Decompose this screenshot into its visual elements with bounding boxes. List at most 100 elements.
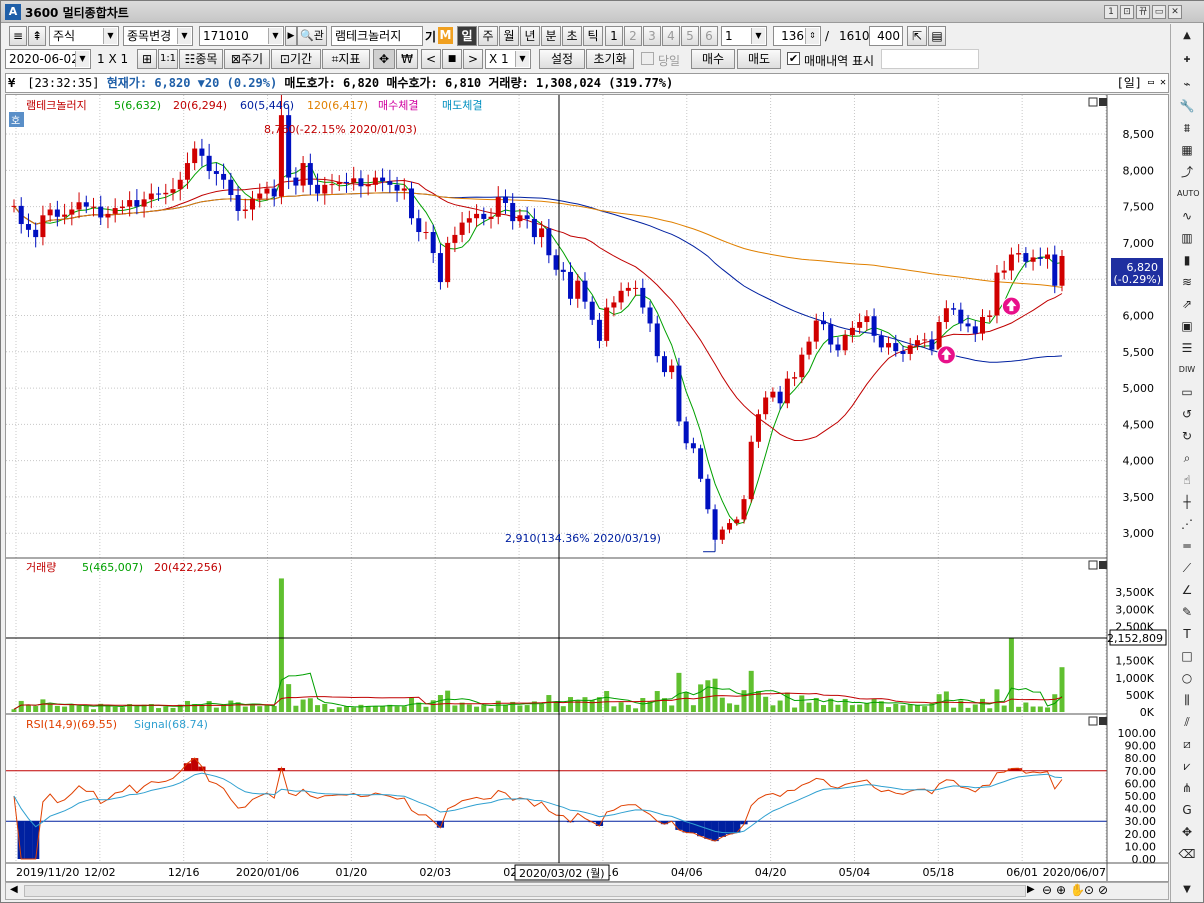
gann-icon[interactable]: ⩗ bbox=[1177, 756, 1197, 776]
date-picker[interactable]: 2020-06-02 ▼ bbox=[5, 49, 91, 69]
won-button[interactable]: ₩ bbox=[396, 49, 418, 69]
one-to-one-icon[interactable]: 1:1 bbox=[158, 49, 178, 69]
period-month-button[interactable]: 월 bbox=[499, 26, 519, 46]
count-stepper[interactable]: 136 ⇕ bbox=[773, 26, 821, 46]
chart-tool-icon[interactable]: ⩩ bbox=[1177, 118, 1197, 138]
square-icon[interactable]: ▣ bbox=[1177, 316, 1197, 336]
interval-5-button[interactable]: 5 bbox=[681, 26, 699, 46]
indicator-button[interactable]: ⌗지표 bbox=[322, 49, 370, 69]
hline-icon[interactable]: ═ bbox=[1177, 536, 1197, 556]
minimize-icon[interactable]: ▭ bbox=[1148, 74, 1154, 92]
stock-button[interactable]: ☷종목 bbox=[179, 49, 223, 69]
scroll-right-icon[interactable]: ▶ bbox=[1027, 884, 1035, 895]
eraser-icon[interactable]: ⌫ bbox=[1177, 844, 1197, 864]
m-mark[interactable]: M bbox=[438, 27, 453, 44]
today-checkbox[interactable] bbox=[641, 52, 654, 65]
interval-select[interactable]: 1 ▼ bbox=[721, 26, 767, 46]
maximize-button[interactable]: ▭ bbox=[1152, 5, 1166, 19]
vlines-icon[interactable]: ⫼ bbox=[1177, 690, 1197, 710]
sell-button[interactable]: 매도 bbox=[737, 49, 781, 69]
crosshair-icon[interactable]: ┼ bbox=[1177, 492, 1197, 512]
play-icon[interactable]: ▶ bbox=[285, 26, 297, 46]
fit-icon[interactable]: ⊙ bbox=[1084, 883, 1094, 897]
period-second-button[interactable]: 초 bbox=[562, 26, 582, 46]
window-number-button[interactable]: 1 bbox=[1104, 5, 1118, 19]
export-icon[interactable]: ⇱ bbox=[907, 26, 927, 46]
fib-icon[interactable]: ⫽ bbox=[1177, 712, 1197, 732]
chart-svg[interactable]: 8,5008,0007,5007,0006,5006,0005,5005,000… bbox=[6, 91, 1168, 881]
panel-max-icon[interactable] bbox=[1088, 560, 1098, 570]
cycle-button[interactable]: ⊠주기 bbox=[224, 49, 270, 69]
save-icon[interactable]: ▤ bbox=[928, 26, 946, 46]
settings-button[interactable]: 설정 bbox=[539, 49, 585, 69]
candle-tool-icon[interactable]: ▮ bbox=[1177, 250, 1197, 270]
panel-close-icon[interactable] bbox=[1099, 98, 1107, 106]
chart-area[interactable]: 8,5008,0007,5007,0006,5006,0005,5005,000… bbox=[5, 91, 1169, 882]
hand-icon[interactable]: ☝ bbox=[1177, 470, 1197, 490]
period-day-button[interactable]: 일 bbox=[457, 26, 477, 46]
undo-icon[interactable]: ↺ bbox=[1177, 404, 1197, 424]
angle-icon[interactable]: ∠ bbox=[1177, 580, 1197, 600]
reset-view-icon[interactable]: ⊘ bbox=[1098, 883, 1108, 897]
close-icon[interactable]: ✕ bbox=[1160, 74, 1166, 92]
trade-history-checkbox[interactable]: ✔ bbox=[787, 52, 800, 65]
period-minute-button[interactable]: 분 bbox=[541, 26, 561, 46]
stock-code-input[interactable]: 171010 ▼ bbox=[199, 26, 284, 46]
window-pin-button[interactable]: 뀨 bbox=[1136, 5, 1150, 19]
label-icon[interactable]: DIW bbox=[1177, 360, 1197, 380]
diag-icon[interactable]: ⟋ bbox=[1177, 558, 1197, 578]
grid-icon[interactable]: ⊞ bbox=[137, 49, 157, 69]
panel-max-icon[interactable] bbox=[1088, 97, 1098, 107]
stack-icon[interactable]: ☰ bbox=[1177, 338, 1197, 358]
scroll-left-icon[interactable]: ◀ bbox=[10, 884, 18, 895]
reset-button[interactable]: 초기화 bbox=[586, 49, 634, 69]
wave-icon[interactable]: ∿ bbox=[1177, 206, 1197, 226]
scroll-track[interactable] bbox=[24, 885, 1026, 897]
toolbar-down-icon[interactable]: ▼ bbox=[1177, 880, 1197, 900]
redo-icon[interactable]: ↻ bbox=[1177, 426, 1197, 446]
prev-arrow-icon[interactable]: < bbox=[421, 49, 441, 69]
trend-icon[interactable]: ⤴ bbox=[1177, 162, 1197, 182]
pin-icon[interactable]: ¥ bbox=[6, 74, 20, 92]
tool-icon[interactable]: ✚ bbox=[1177, 50, 1197, 70]
toolbar-up-icon[interactable]: ▲ bbox=[1177, 26, 1197, 46]
horizontal-scrollbar[interactable]: ◀ ▶ ⊖ ⊕ ✋ ⊙ ⊘ bbox=[5, 882, 1169, 900]
market-type-select[interactable]: 주식 ▼ bbox=[49, 26, 119, 46]
wrench-icon[interactable]: 🔧 bbox=[1177, 96, 1197, 116]
zoom-in-icon[interactable]: ⊕ bbox=[1056, 883, 1066, 897]
interval-4-button[interactable]: 4 bbox=[662, 26, 680, 46]
stock-change-select[interactable]: 종목변경 ▼ bbox=[123, 26, 193, 46]
pattern-icon[interactable]: ✥ bbox=[1177, 822, 1197, 842]
auto-icon[interactable]: AUTO bbox=[1177, 184, 1200, 204]
line-tool-icon[interactable]: ⌁ bbox=[1177, 74, 1197, 94]
window-link-button[interactable]: ⊡ bbox=[1120, 5, 1134, 19]
panel-close-icon[interactable] bbox=[1099, 717, 1107, 725]
panel-buttons[interactable] bbox=[1088, 97, 1107, 726]
interval-6-button[interactable]: 6 bbox=[700, 26, 718, 46]
text-tool-icon[interactable]: T bbox=[1177, 624, 1197, 644]
arrow-tool-icon[interactable]: ⇗ bbox=[1177, 294, 1197, 314]
fan-icon[interactable]: ⋰ bbox=[1177, 514, 1197, 534]
crosshair-icon[interactable]: ✥ bbox=[373, 49, 395, 69]
hand-icon[interactable]: ✋ bbox=[1070, 883, 1085, 897]
multiplier-select[interactable]: X 1 ▼ bbox=[485, 49, 531, 69]
menu-icon[interactable]: ≡ bbox=[9, 26, 27, 46]
window-icon[interactable]: ▭ bbox=[1177, 382, 1197, 402]
zoom-icon[interactable]: ⌕ bbox=[1177, 448, 1197, 468]
info-mark[interactable]: 기 bbox=[425, 28, 438, 44]
zoom-out-icon[interactable]: ⊖ bbox=[1042, 883, 1052, 897]
panel-max-icon[interactable] bbox=[1088, 716, 1098, 726]
interval-2-button[interactable]: 2 bbox=[624, 26, 642, 46]
interval-1-button[interactable]: 1 bbox=[605, 26, 623, 46]
bars-icon[interactable]: ▥ bbox=[1177, 228, 1197, 248]
interval-3-button[interactable]: 3 bbox=[643, 26, 661, 46]
pin-icon[interactable]: ⇞ bbox=[28, 26, 46, 46]
rect-tool-icon[interactable]: □ bbox=[1177, 646, 1197, 666]
channel-icon[interactable]: ⧄ bbox=[1177, 734, 1197, 754]
circle-tool-icon[interactable]: ○ bbox=[1177, 668, 1197, 688]
stock-search-button[interactable]: 🔍관 bbox=[297, 26, 327, 46]
next-arrow-icon[interactable]: > bbox=[463, 49, 483, 69]
stop-icon[interactable]: ■ bbox=[442, 49, 462, 69]
period-year-button[interactable]: 년 bbox=[520, 26, 540, 46]
period-tick-button[interactable]: 틱 bbox=[583, 26, 603, 46]
